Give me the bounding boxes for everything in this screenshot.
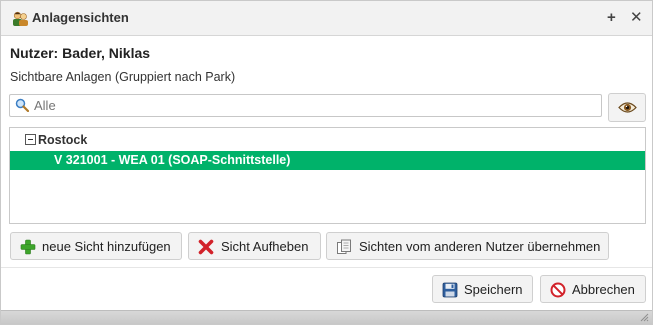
floppy-disk-icon <box>442 282 458 298</box>
cancel-button[interactable]: Abbrechen <box>540 275 646 303</box>
no-entry-icon <box>550 282 566 298</box>
user-heading: Nutzer: Bader, Niklas <box>10 45 151 61</box>
title-bar[interactable]: Anlagensichten + ✕ <box>1 1 652 36</box>
save-button[interactable]: Speichern <box>432 275 533 303</box>
users-icon <box>13 11 28 26</box>
tree-group-node[interactable]: Rostock <box>10 132 645 150</box>
search-input[interactable] <box>34 97 594 114</box>
eye-icon <box>618 102 637 113</box>
plus-icon[interactable]: + <box>607 9 616 27</box>
search-icon <box>15 98 29 112</box>
close-icon[interactable]: ✕ <box>630 9 643 27</box>
tree-group-label: Rostock <box>38 133 88 147</box>
copy-views-label: Sichten vom anderen Nutzer übernehmen <box>359 239 601 254</box>
add-view-label: neue Sicht hinzufügen <box>42 239 171 254</box>
anlagensichten-dialog: Anlagensichten + ✕ Nutzer: Bader, Niklas… <box>0 0 653 325</box>
tree-item-label: V 321001 - WEA 01 (SOAP-Schnittstelle) <box>54 153 291 167</box>
cancel-label: Abbrechen <box>572 282 635 297</box>
remove-view-label: Sicht Aufheben <box>221 239 309 254</box>
search-field[interactable] <box>9 94 602 117</box>
visibility-toggle-button[interactable] <box>608 93 646 122</box>
copy-icon <box>337 239 351 254</box>
section-subtitle: Sichtbare Anlagen (Gruppiert nach Park) <box>10 70 236 84</box>
dialog-title: Anlagensichten <box>32 10 129 25</box>
status-bar <box>1 310 652 324</box>
tree-item-selected[interactable]: V 321001 - WEA 01 (SOAP-Schnittstelle) <box>10 151 645 170</box>
plus-green-icon <box>20 239 36 255</box>
footer-divider <box>1 267 652 268</box>
copy-views-button[interactable]: Sichten vom anderen Nutzer übernehmen <box>326 232 609 260</box>
plant-tree[interactable]: Rostock V 321001 - WEA 01 (SOAP-Schnitts… <box>9 127 646 224</box>
remove-view-button[interactable]: Sicht Aufheben <box>188 232 321 260</box>
add-view-button[interactable]: neue Sicht hinzufügen <box>10 232 182 260</box>
collapse-icon[interactable] <box>25 134 36 145</box>
resize-grip-icon[interactable] <box>639 312 649 322</box>
save-label: Speichern <box>464 282 523 297</box>
red-x-icon <box>198 239 214 255</box>
